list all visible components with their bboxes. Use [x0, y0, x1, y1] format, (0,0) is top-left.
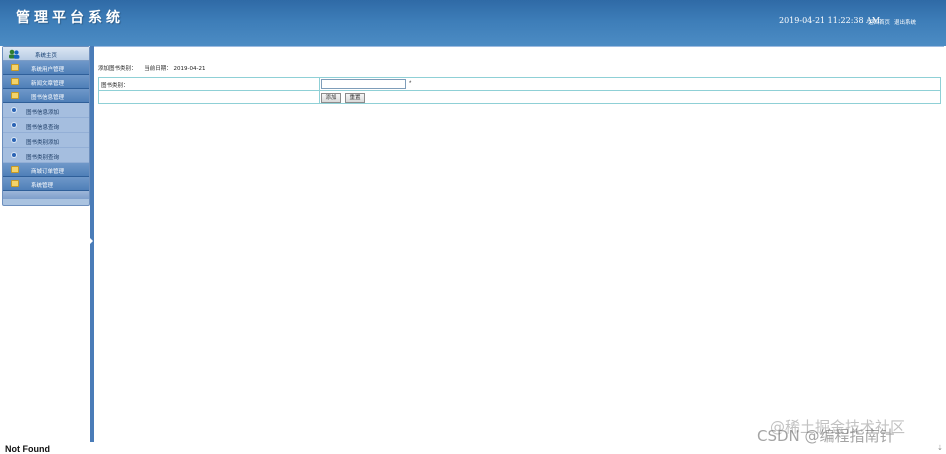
current-date-value: 2019-04-21: [173, 66, 206, 72]
required-mark: *: [409, 81, 412, 87]
folder-icon: [11, 166, 19, 173]
sidebar-item-label: 新闻文章管理: [31, 81, 65, 87]
users-icon: [9, 49, 20, 59]
category-input[interactable]: [321, 79, 406, 89]
sidebar-item-books[interactable]: 图书信息管理: [3, 89, 89, 103]
sidebar-item-label: 系统管理: [31, 183, 54, 189]
collapse-arrow-icon[interactable]: [90, 238, 93, 244]
submenu-label: 图书类别添加: [26, 140, 60, 146]
bullet-icon: [12, 138, 16, 142]
sidebar-home[interactable]: 系统主页: [3, 47, 89, 61]
bullet-icon: [12, 108, 16, 112]
folder-open-icon: [11, 92, 19, 99]
breadcrumb-title: 添加图书类别：: [98, 66, 137, 72]
status-text: Not Found: [5, 444, 50, 454]
scroll-down-icon[interactable]: ⇣: [937, 444, 943, 452]
sidebar-item-news[interactable]: 新闻文章管理: [3, 75, 89, 89]
folder-icon: [11, 64, 19, 71]
submenu-book-add[interactable]: 图书信息添加: [3, 103, 89, 118]
submenu-category-query[interactable]: 图书类别查询: [3, 148, 89, 163]
folder-icon: [11, 180, 19, 187]
sidebar-footer: [3, 191, 89, 199]
sidebar-item-label: 图书信息管理: [31, 95, 65, 101]
app-header: 管理平台系统 2019-04-21 11:22:38 AM 返回首页 退出系统: [0, 0, 946, 46]
form-row-actions: 添加 重置: [99, 91, 940, 104]
home-link[interactable]: 返回首页: [868, 18, 890, 26]
add-button[interactable]: 添加: [321, 93, 341, 103]
submenu-book-query[interactable]: 图书信息查询: [3, 118, 89, 133]
datetime-display: 2019-04-21 11:22:38 AM: [779, 16, 881, 25]
main-content: 添加图书类别： 当前日期： 2019-04-21 图书类别： * 添加 重置: [94, 46, 944, 442]
app-title: 管理平台系统: [16, 10, 124, 26]
submenu-label: 图书信息添加: [26, 110, 60, 116]
bullet-icon: [12, 123, 16, 127]
sidebar: 系统主页 系统用户管理 新闻文章管理 图书信息管理 图书信息添加 图书信息查询 …: [2, 46, 90, 206]
sidebar-item-system-users[interactable]: 系统用户管理: [3, 61, 89, 75]
logout-link[interactable]: 退出系统: [894, 18, 916, 26]
bullet-icon: [12, 153, 16, 157]
watermark-csdn: CSDN @编程指南针: [757, 427, 895, 445]
category-label: 图书类别：: [101, 83, 129, 89]
form-row-category: 图书类别： *: [99, 78, 940, 91]
sidebar-item-system[interactable]: 系统管理: [3, 177, 89, 191]
current-date-label: 当前日期：: [144, 66, 172, 72]
category-form: 图书类别： * 添加 重置: [98, 77, 941, 104]
submenu-label: 图书信息查询: [26, 125, 60, 131]
cell-divider: [319, 91, 320, 104]
folder-icon: [11, 78, 19, 85]
submenu-label: 图书类别查询: [26, 155, 60, 161]
submenu-category-add[interactable]: 图书类别添加: [3, 133, 89, 148]
sidebar-home-label: 系统主页: [35, 53, 58, 59]
sidebar-item-orders[interactable]: 商城订单管理: [3, 163, 89, 177]
breadcrumb: 添加图书类别： 当前日期： 2019-04-21: [98, 64, 206, 72]
reset-button[interactable]: 重置: [345, 93, 365, 103]
sidebar-item-label: 商城订单管理: [31, 169, 65, 175]
cell-divider: [319, 78, 320, 90]
sidebar-item-label: 系统用户管理: [31, 67, 65, 73]
